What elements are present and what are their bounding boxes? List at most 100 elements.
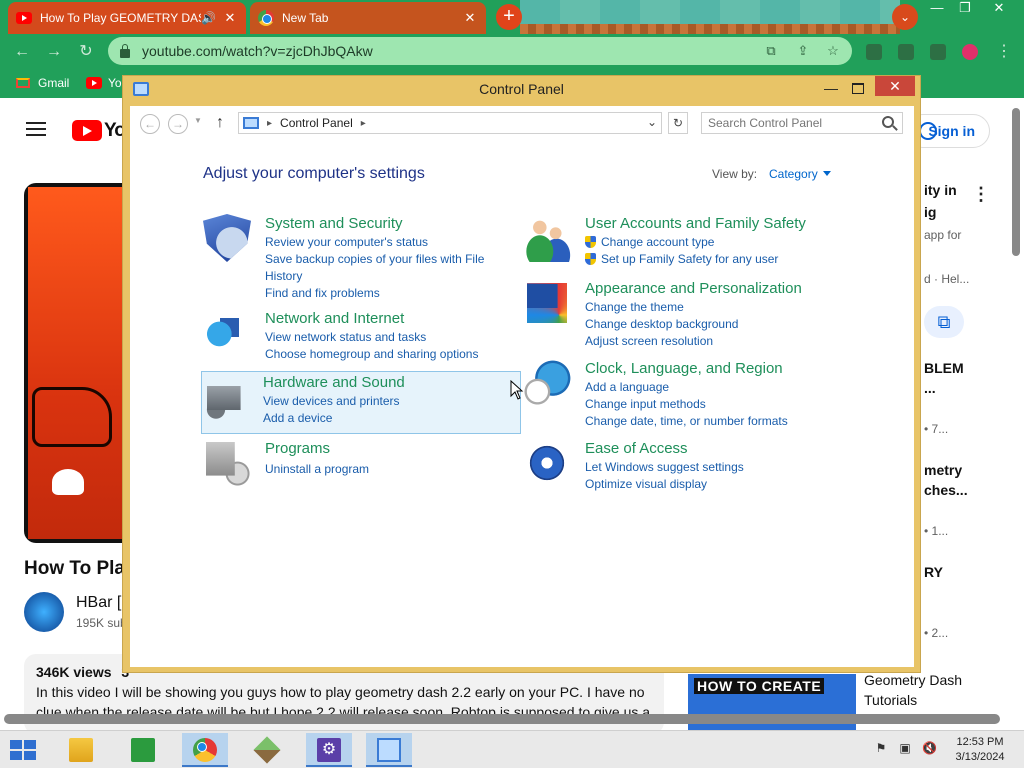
sidebar-promo-title[interactable]: ity in: [924, 182, 957, 198]
category-link[interactable]: Uninstall a program: [265, 461, 515, 478]
media-controls-icon[interactable]: [898, 44, 914, 60]
search-icon[interactable]: [882, 116, 894, 128]
appearance-icon[interactable]: [527, 283, 567, 323]
breadcrumb-chevron-icon[interactable]: ▸: [267, 118, 272, 129]
taskbar-store[interactable]: [120, 733, 166, 767]
category-link[interactable]: Change account type: [585, 234, 865, 251]
sidebar-video-title-2[interactable]: ...: [924, 380, 936, 396]
taskbar-minecraft[interactable]: [244, 733, 290, 767]
taskbar-file-explorer[interactable]: [58, 733, 104, 767]
page-vertical-scrollbar[interactable]: [1012, 108, 1020, 256]
up-arrow-icon[interactable]: ↑: [216, 114, 224, 132]
open-in-app-icon[interactable]: ⧉: [764, 44, 778, 58]
forward-arrow-icon[interactable]: →: [44, 42, 64, 62]
address-bar[interactable]: ▸ Control Panel ▸ ⌄: [238, 112, 662, 134]
category-link[interactable]: Adjust screen resolution: [585, 333, 865, 350]
sidebar-video-title[interactable]: RY: [924, 564, 943, 580]
category-title[interactable]: User Accounts and Family Safety: [585, 214, 865, 234]
taskbar-chrome[interactable]: [182, 733, 228, 767]
category-hardware-and-sound[interactable]: Hardware and Sound View devices and prin…: [201, 371, 521, 434]
breadcrumb-chevron-icon[interactable]: ▸: [361, 118, 366, 129]
tab-close-icon[interactable]: ✕: [462, 10, 478, 26]
channel-name[interactable]: HBar [: [76, 594, 121, 612]
taskbar-clock[interactable]: 12:53 PM 3/13/2024: [950, 735, 1010, 765]
category-link[interactable]: Let Windows suggest settings: [585, 459, 865, 476]
category-link[interactable]: View network status and tasks: [265, 329, 515, 346]
extensions-icon[interactable]: [866, 44, 882, 60]
sidebar-video-title[interactable]: metry: [924, 462, 962, 478]
browser-restore-button[interactable]: ❐: [948, 0, 982, 18]
more-options-icon[interactable]: ⋮: [972, 184, 990, 205]
new-tab-button[interactable]: +: [496, 4, 522, 30]
category-link[interactable]: Find and fix problems: [265, 285, 515, 302]
reload-icon[interactable]: ↻: [76, 42, 96, 62]
taskbar-control-panel[interactable]: [366, 733, 412, 767]
category-link[interactable]: Set up Family Safety for any user: [585, 251, 865, 268]
sidebar-promo-title-2[interactable]: ig: [924, 204, 936, 220]
minimize-button[interactable]: —: [823, 78, 839, 98]
windows-start-icon[interactable]: [10, 740, 38, 762]
category-link[interactable]: Change desktop background: [585, 316, 865, 333]
forward-button[interactable]: →: [168, 114, 188, 134]
youtube-logo-icon[interactable]: [72, 120, 102, 141]
tab-close-icon[interactable]: ✕: [222, 10, 238, 26]
programs-icon[interactable]: [203, 439, 251, 487]
category-title[interactable]: Ease of Access: [585, 439, 865, 459]
network-globe-icon[interactable]: [203, 309, 251, 357]
tab-search-button[interactable]: ⌄: [892, 4, 918, 30]
recent-locations-chevron-icon[interactable]: ▼: [194, 116, 202, 125]
refresh-button[interactable]: ↻: [668, 112, 688, 134]
network-icon[interactable]: ▣: [898, 741, 912, 755]
sidebar-video-title-2[interactable]: ches...: [924, 482, 968, 498]
category-link[interactable]: Choose homegroup and sharing options: [265, 346, 515, 363]
ease-of-access-icon[interactable]: [523, 439, 571, 487]
breadcrumb-control-panel[interactable]: Control Panel: [280, 116, 353, 130]
category-link[interactable]: Add a device: [263, 410, 513, 427]
browser-close-button[interactable]: ✕: [982, 0, 1016, 18]
printer-icon[interactable]: [204, 376, 252, 424]
profile-avatar[interactable]: [962, 44, 978, 60]
hamburger-menu-icon[interactable]: [26, 122, 46, 136]
sidebar-video-title[interactable]: BLEM: [924, 360, 964, 376]
category-title[interactable]: Hardware and Sound: [263, 373, 513, 393]
category-link[interactable]: Add a language: [585, 379, 865, 396]
category-title[interactable]: System and Security: [265, 214, 515, 234]
address-dropdown-icon[interactable]: ⌄: [647, 115, 657, 129]
taskbar-settings[interactable]: ⚙: [306, 733, 352, 767]
category-link[interactable]: Review your computer's status: [265, 234, 515, 251]
menu-kebab-icon[interactable]: ⋮: [994, 42, 1014, 62]
back-arrow-icon[interactable]: ←: [12, 42, 32, 62]
volume-muted-icon[interactable]: 🔇: [922, 741, 937, 755]
category-title[interactable]: Clock, Language, and Region: [585, 359, 865, 379]
category-link[interactable]: Change input methods: [585, 396, 865, 413]
bookmark-gmail[interactable]: Gmail: [16, 76, 69, 90]
category-link[interactable]: Change date, time, or number formats: [585, 413, 865, 430]
bookmark-star-icon[interactable]: ☆: [826, 44, 840, 58]
tab-youtube[interactable]: How To Play GEOMETRY DASH 2.2 🔊 ✕: [8, 2, 246, 34]
side-panel-icon[interactable]: [930, 44, 946, 60]
external-link-icon[interactable]: ⧉: [924, 306, 964, 338]
category-link[interactable]: Change the theme: [585, 299, 865, 316]
close-button[interactable]: ✕: [875, 76, 915, 96]
share-icon[interactable]: ⇪: [796, 44, 810, 58]
maximize-button[interactable]: [849, 78, 865, 98]
search-input[interactable]: [701, 112, 903, 134]
clock-globe-icon[interactable]: [523, 359, 571, 407]
category-link[interactable]: Save backup copies of your files with Fi…: [265, 251, 515, 285]
category-title[interactable]: Programs: [265, 439, 515, 459]
shield-icon[interactable]: [203, 214, 251, 262]
users-icon[interactable]: [523, 214, 571, 262]
sidebar-video-title[interactable]: Geometry Dash Tutorials: [864, 670, 962, 710]
lock-icon[interactable]: [120, 43, 130, 58]
address-bar[interactable]: youtube.com/watch?v=zjcDhJbQAkw ⧉ ⇪ ☆: [108, 37, 852, 65]
back-button[interactable]: ←: [140, 114, 160, 134]
category-link[interactable]: Optimize visual display: [585, 476, 865, 493]
view-by-dropdown[interactable]: Category: [769, 167, 831, 181]
speaker-icon[interactable]: 🔊: [201, 11, 216, 25]
page-horizontal-scrollbar[interactable]: [4, 714, 1000, 724]
tab-new-tab[interactable]: New Tab ✕: [250, 2, 486, 34]
action-center-flag-icon[interactable]: ⚑: [874, 741, 888, 755]
category-title[interactable]: Appearance and Personalization: [585, 279, 865, 299]
category-link[interactable]: View devices and printers: [263, 393, 513, 410]
channel-avatar[interactable]: [24, 592, 64, 632]
